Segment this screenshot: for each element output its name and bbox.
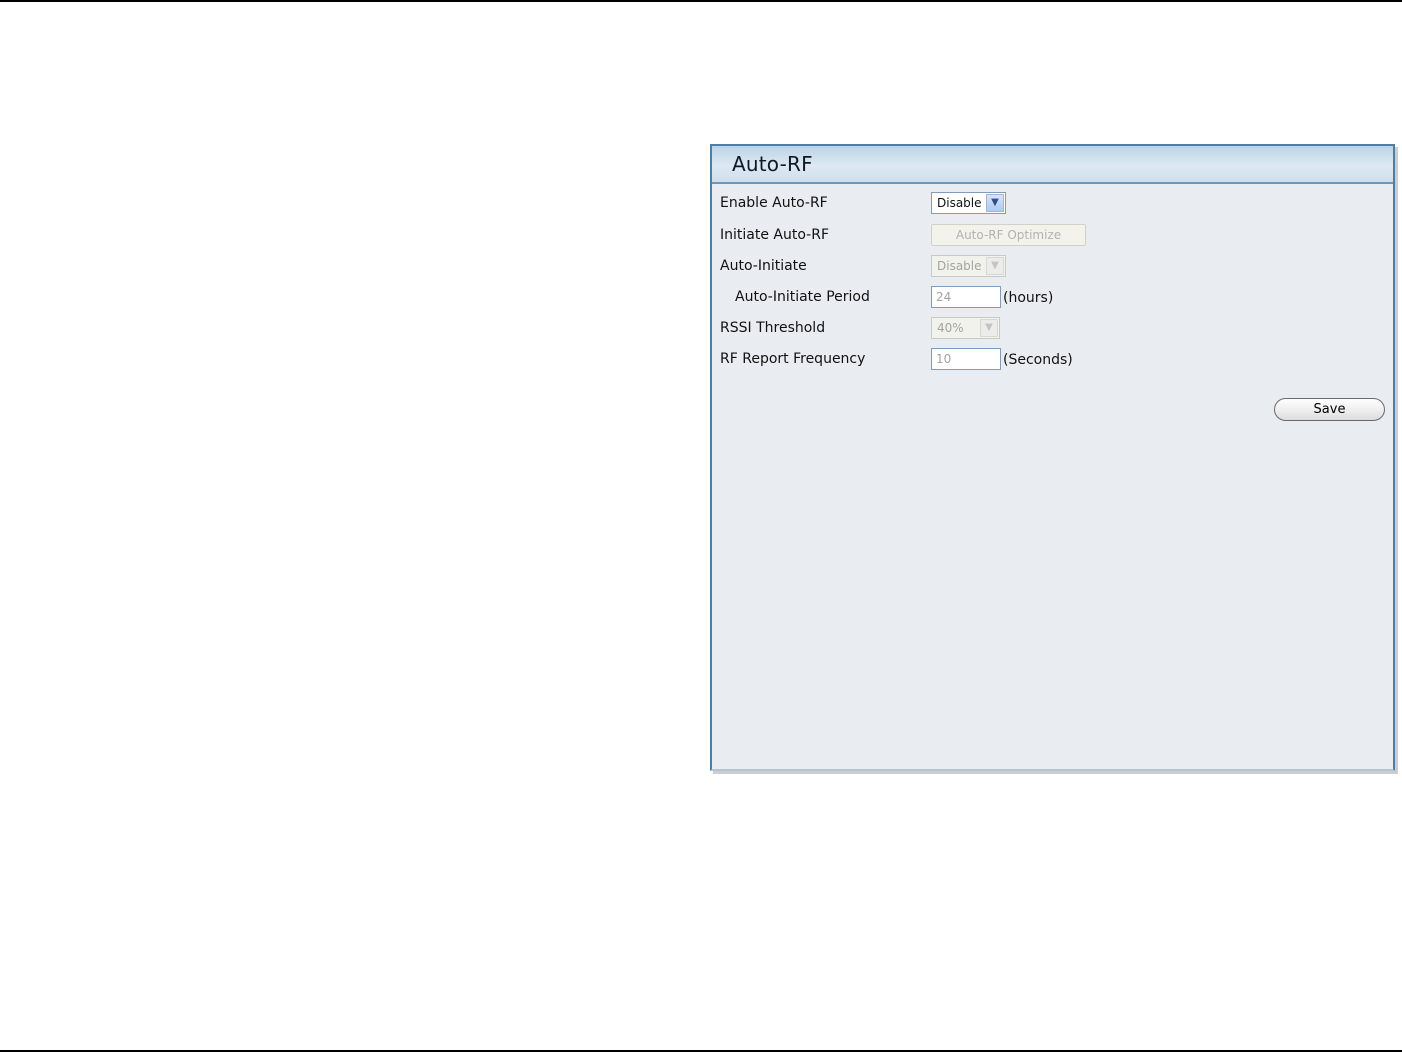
enable-auto-rf-row: Enable Auto-RF Disable ▼ (720, 192, 1380, 216)
auto-initiate-period-label: Auto-Initiate Period (735, 289, 870, 305)
rssi-threshold-select[interactable]: 40% ▼ (931, 317, 1000, 339)
bottom-rule (0, 1050, 1402, 1052)
enable-auto-rf-select[interactable]: Disable ▼ (931, 192, 1006, 214)
auto-initiate-label: Auto-Initiate (720, 258, 807, 274)
auto-rf-panel: Auto-RF Enable Auto-RF Disable ▼ Initiat… (710, 144, 1395, 771)
save-button[interactable]: Save (1274, 398, 1385, 421)
hours-unit-label: (hours) (1003, 290, 1054, 306)
enable-auto-rf-value: Disable (937, 196, 982, 210)
rf-report-frequency-input[interactable]: 10 (931, 348, 1001, 370)
chevron-down-icon[interactable]: ▼ (986, 194, 1004, 212)
auto-rf-optimize-button[interactable]: Auto-RF Optimize (931, 224, 1086, 246)
initiate-auto-rf-label: Initiate Auto-RF (720, 227, 829, 243)
chevron-down-icon[interactable]: ▼ (986, 257, 1004, 275)
auto-initiate-period-input[interactable]: 24 (931, 286, 1001, 308)
rf-report-frequency-row: RF Report Frequency 10 (Seconds) (720, 348, 1380, 372)
panel-header: Auto-RF (712, 144, 1393, 184)
auto-initiate-select[interactable]: Disable ▼ (931, 255, 1006, 277)
rssi-threshold-row: RSSI Threshold 40% ▼ (720, 317, 1380, 341)
chevron-down-icon[interactable]: ▼ (980, 319, 998, 337)
top-rule (0, 0, 1402, 2)
initiate-auto-rf-row: Initiate Auto-RF Auto-RF Optimize (720, 224, 1380, 248)
enable-auto-rf-label: Enable Auto-RF (720, 195, 828, 211)
rssi-threshold-label: RSSI Threshold (720, 320, 826, 336)
auto-initiate-value: Disable (937, 259, 982, 273)
seconds-unit-label: (Seconds) (1003, 352, 1073, 368)
rf-report-frequency-label: RF Report Frequency (720, 351, 866, 367)
auto-initiate-period-row: Auto-Initiate Period 24 (hours) (720, 286, 1380, 310)
rssi-threshold-value: 40% (937, 321, 964, 335)
auto-initiate-row: Auto-Initiate Disable ▼ (720, 255, 1380, 279)
panel-title: Auto-RF (732, 152, 813, 176)
